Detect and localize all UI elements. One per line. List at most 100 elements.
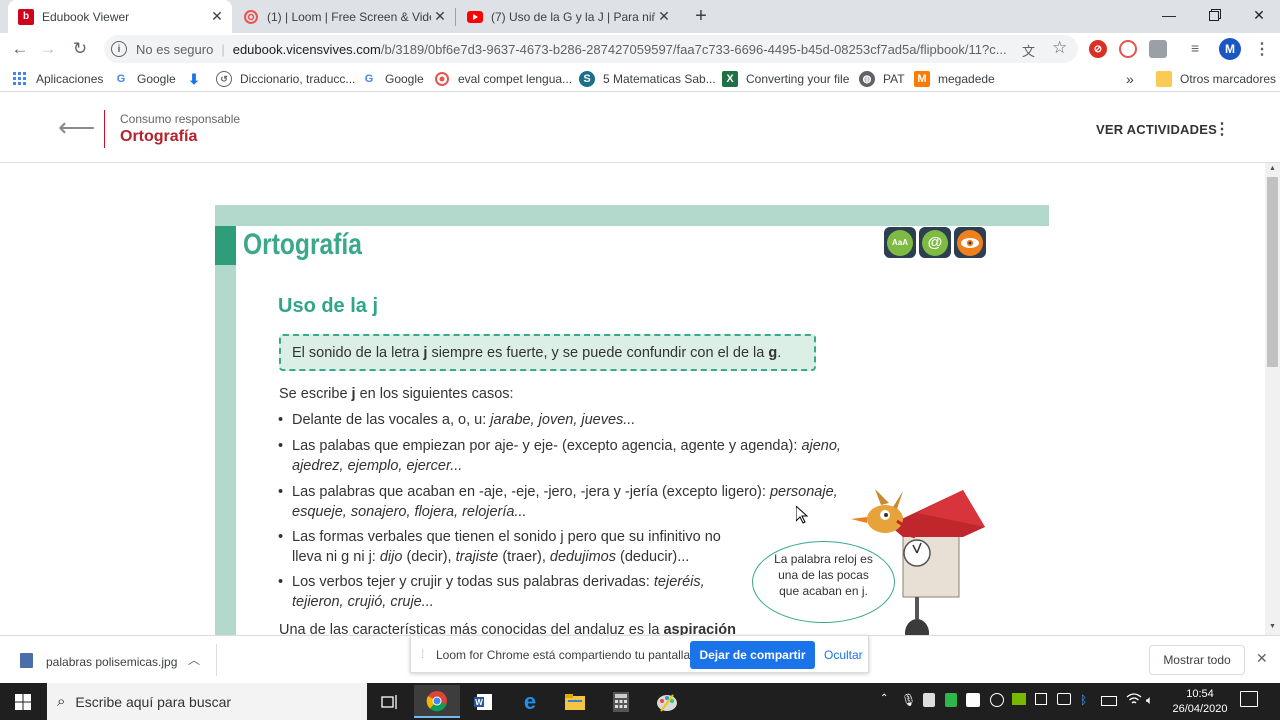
scroll-up-icon[interactable]: ▲ — [1269, 165, 1276, 172]
minimize-icon[interactable]: — — [1146, 0, 1192, 30]
search-icon: ⌕ — [57, 693, 66, 710]
header-title: Ortografía — [120, 128, 198, 145]
shield-extension-icon[interactable] — [1149, 40, 1167, 58]
task-view-icon[interactable] — [367, 685, 413, 718]
tray-chevron-icon[interactable]: ⌃ — [880, 693, 888, 704]
tab-title: Edubook Viewer — [42, 9, 130, 24]
volume-icon[interactable]: 🔈︎ — [1146, 693, 1153, 708]
scroll-thumb[interactable] — [1267, 177, 1278, 367]
calculator-icon[interactable] — [598, 685, 644, 718]
download-divider — [216, 644, 217, 676]
bookmark-eval[interactable]: eval compet lengua... — [434, 70, 572, 88]
bookmark-label: Aplicaciones — [36, 72, 104, 86]
bookmark-otros[interactable]: Otros marcadores — [1156, 70, 1276, 88]
media-queue-icon[interactable]: ≡ — [1191, 40, 1199, 56]
spelling-badge-icon[interactable]: AaA — [884, 227, 916, 258]
folder-icon — [1156, 71, 1172, 87]
paint-app-icon[interactable] — [644, 685, 690, 718]
kebab-menu-icon[interactable]: ⋮ — [1214, 119, 1230, 139]
edge-taskbar-icon[interactable]: e — [507, 685, 553, 718]
drag-handle-icon[interactable]: ⁞ — [421, 647, 424, 661]
translate-icon[interactable]: 文 — [1022, 41, 1035, 60]
sync-icon[interactable] — [990, 693, 1004, 707]
bookmark-star-icon[interactable]: ☆ — [1052, 38, 1067, 58]
tab-edubook[interactable]: b Edubook Viewer ✕ — [8, 0, 232, 33]
microphone-icon[interactable]: 🎙︎ — [901, 693, 916, 707]
display-icon[interactable] — [1035, 693, 1047, 705]
file-explorer-icon[interactable] — [552, 685, 598, 718]
profile-avatar[interactable]: M — [1219, 38, 1241, 60]
bookmark-label: Google — [385, 72, 424, 86]
wifi-icon[interactable] — [1126, 693, 1142, 709]
section-title: Ortografía — [243, 228, 362, 261]
close-download-bar-icon[interactable]: ✕ — [1256, 650, 1268, 667]
close-tab-icon[interactable]: ✕ — [208, 8, 226, 25]
bookmarks-overflow-icon[interactable]: » — [1126, 70, 1134, 88]
arrow-left-icon[interactable]: ⟵ — [58, 114, 95, 140]
info-icon[interactable]: i — [111, 41, 127, 57]
bookmark-aplicaciones[interactable]: Aplicaciones — [12, 70, 103, 88]
word-taskbar-icon[interactable]: W — [460, 685, 506, 718]
bookmark-converting[interactable]: X Converting your file — [722, 70, 849, 88]
restore-icon[interactable] — [1192, 0, 1238, 30]
bookmark-diccionario[interactable]: ↺ Diccionario, traducc... — [216, 70, 355, 88]
bookmark-pat[interactable]: ◍ PAT — [859, 70, 905, 88]
google-icon: G — [116, 73, 126, 85]
close-tab-icon[interactable]: ✕ — [655, 8, 673, 25]
dropbox-icon[interactable] — [966, 693, 980, 707]
bookmark-label: Diccionario, traducc... — [240, 72, 356, 86]
loom-extension-icon[interactable] — [1119, 40, 1137, 58]
tab-strip: b Edubook Viewer ✕ (1) | Loom | Free Scr… — [0, 0, 1280, 33]
tab-loom[interactable]: (1) | Loom | Free Screen & Video ✕ — [233, 0, 455, 33]
clock[interactable]: 10:54 26/04/2020 — [1170, 687, 1230, 717]
new-tab-plus-icon[interactable]: + — [690, 6, 712, 28]
battery-icon[interactable] — [1101, 696, 1117, 706]
forward-arrow-icon[interactable]: → — [36, 37, 60, 61]
bookmark-google-2[interactable]: G Google — [361, 70, 424, 88]
security-label: No es seguro — [136, 41, 214, 57]
bluetooth-icon[interactable]: ᛒ — [1080, 693, 1087, 707]
header-subtitle: Consumo responsable — [120, 112, 241, 126]
chrome-taskbar-icon[interactable] — [414, 685, 460, 718]
chrome-menu-icon[interactable]: ⋮ — [1254, 39, 1270, 59]
google-icon: G — [364, 73, 374, 85]
section-marker — [215, 226, 236, 265]
header-divider — [104, 110, 105, 148]
close-tab-icon[interactable]: ✕ — [431, 8, 449, 25]
tab-separator — [455, 8, 456, 26]
nvidia-icon[interactable] — [1012, 693, 1026, 705]
page-scrollbar[interactable]: ▲ ▼ — [1265, 163, 1280, 635]
notifications-icon[interactable] — [1240, 691, 1258, 707]
download-filename[interactable]: palabras polisemicas.jpg — [46, 655, 177, 669]
windows-start-icon[interactable] — [0, 685, 46, 718]
hide-banner-button[interactable]: Ocultar — [824, 648, 863, 662]
bookmark-download[interactable]: ⬇ — [186, 70, 210, 88]
taskbar-search-box[interactable]: ⌕ Escribe aquí para buscar — [47, 683, 367, 720]
back-arrow-icon[interactable]: ← — [8, 37, 32, 61]
bookmark-matematicas[interactable]: S 5 Matematicas Sab... — [579, 70, 716, 88]
eye-badge-icon[interactable] — [954, 227, 986, 258]
show-all-button[interactable]: Mostrar todo — [1149, 645, 1245, 675]
extension-red-icon[interactable]: ⊘ — [1089, 40, 1107, 58]
stop-sharing-button[interactable]: Dejar de compartir — [690, 641, 815, 669]
tab-youtube[interactable]: (7) Uso de la G y la J | Para niños ✕ — [457, 0, 679, 33]
usb-icon[interactable] — [923, 693, 935, 707]
ver-actividades-button[interactable]: VER ACTIVIDADES — [1096, 122, 1217, 137]
bookmark-google[interactable]: G Google — [113, 70, 176, 88]
security-shield-icon[interactable] — [945, 693, 957, 707]
bookmark-megadede[interactable]: M megadede — [914, 70, 995, 88]
digital-badge-icon[interactable]: @ — [919, 227, 951, 258]
address-bar[interactable]: i No es seguro | edubook.vicensvives.com… — [104, 35, 1078, 63]
bookmark-label: 5 Matematicas Sab... — [603, 72, 716, 86]
reload-icon[interactable]: ↻ — [68, 37, 92, 61]
printer-icon[interactable] — [1057, 693, 1071, 705]
book-page: Ortografía AaA @ Uso de la j El sonido d… — [215, 205, 1049, 635]
bookmark-label: Google — [137, 72, 176, 86]
globe-icon: ◍ — [859, 71, 875, 87]
close-window-icon[interactable]: ✕ — [1236, 0, 1280, 30]
chevron-up-icon[interactable]: ︿ — [188, 651, 200, 668]
share-banner-text: Loom for Chrome está compartiendo tu pan… — [436, 648, 694, 662]
youtube-favicon-icon — [467, 9, 483, 25]
url-host: edubook.vicensvives.com — [232, 41, 381, 57]
scroll-down-icon[interactable]: ▼ — [1269, 623, 1276, 630]
